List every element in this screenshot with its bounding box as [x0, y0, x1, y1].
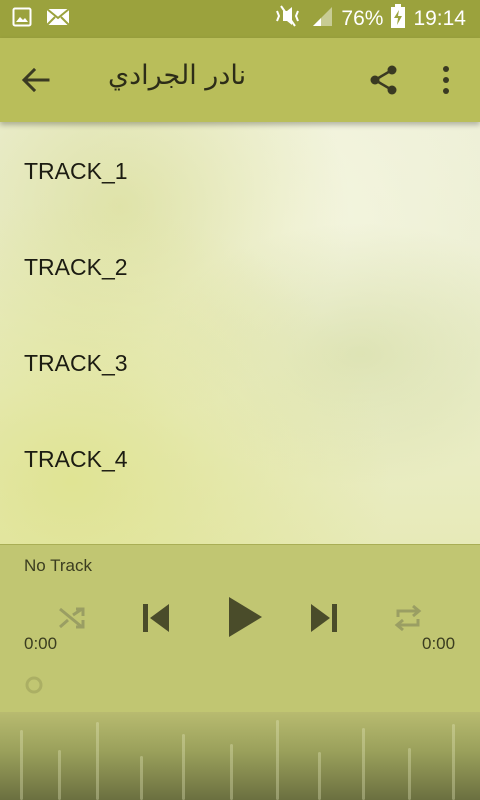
background-texture [0, 712, 480, 800]
status-bar-left [12, 7, 70, 32]
mute-icon [273, 5, 303, 33]
texture-blade [276, 720, 279, 800]
texture-blade [230, 744, 233, 800]
signal-icon [311, 5, 333, 33]
status-bar: 76% 19:14 [0, 0, 480, 38]
track-list: TRACK_1 TRACK_2 TRACK_3 TRACK_4 [0, 122, 480, 544]
now-playing-label: No Track [24, 556, 93, 575]
clock: 19:14 [413, 7, 466, 30]
status-bar-right: 76% 19:14 [273, 4, 466, 34]
battery-charging-icon [391, 4, 406, 34]
more-vert-icon[interactable] [434, 64, 458, 96]
repeat-icon[interactable] [392, 603, 424, 638]
back-arrow-icon[interactable] [20, 64, 52, 96]
texture-blade [318, 752, 321, 800]
list-item-track-3[interactable]: TRACK_3 [0, 314, 480, 410]
texture-blade [408, 748, 411, 800]
faint-ring-icon [24, 675, 44, 695]
battery-percent: 76% [341, 7, 384, 30]
next-icon[interactable] [308, 601, 340, 640]
track-label: TRACK_2 [24, 254, 128, 280]
image-icon [12, 7, 32, 32]
texture-blade [182, 734, 185, 800]
texture-blade [140, 756, 143, 800]
page-title: نادر الجرادي [108, 60, 247, 91]
list-item-track-2[interactable]: TRACK_2 [0, 218, 480, 314]
previous-icon[interactable] [140, 601, 172, 640]
list-item-track-4[interactable]: TRACK_4 [0, 410, 480, 506]
mail-icon [46, 7, 70, 31]
play-icon[interactable] [226, 595, 264, 644]
texture-blade [20, 730, 23, 800]
app-bar: نادر الجرادي [0, 38, 480, 122]
share-icon[interactable] [368, 64, 400, 96]
track-label: TRACK_3 [24, 350, 128, 376]
list-item-track-1[interactable]: TRACK_1 [0, 122, 480, 218]
texture-blade [452, 724, 455, 800]
time-total: 0:00 [422, 634, 456, 653]
texture-blade [58, 750, 61, 800]
track-label: TRACK_4 [24, 446, 128, 472]
shuffle-icon[interactable] [56, 603, 88, 638]
texture-blade [362, 728, 365, 800]
player-panel: No Track 0:00 0:00 [0, 544, 480, 713]
texture-blade [96, 722, 99, 800]
track-label: TRACK_1 [24, 158, 128, 184]
time-current: 0:00 [24, 634, 58, 653]
